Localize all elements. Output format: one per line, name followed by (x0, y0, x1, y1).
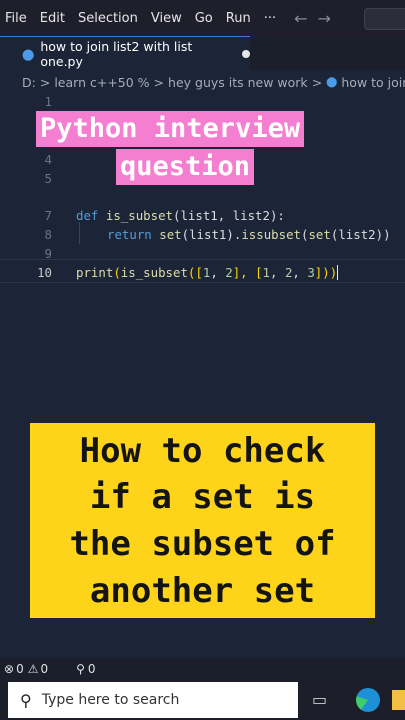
menu-go[interactable]: Go (190, 11, 221, 26)
line-number: 7 (44, 208, 52, 223)
code-text: , (210, 265, 226, 280)
code-text: , (270, 265, 285, 280)
breadcrumb-subfolder[interactable]: hey guys its new work (168, 75, 308, 90)
caption-line: How to check (79, 431, 326, 471)
number: 3 (307, 265, 315, 280)
menu-view[interactable]: View (146, 11, 190, 26)
menu-run[interactable]: Run (221, 11, 259, 26)
line-number: 4 (44, 152, 52, 167)
menu-file[interactable]: File (0, 11, 35, 26)
code-line-7: def is_subset(list1, list2): (76, 208, 285, 223)
code-line-10: print(is_subset([1, 2], [1, 2, 3])) (76, 265, 339, 280)
breadcrumb-folder[interactable]: learn c++50 % (54, 75, 149, 90)
caption-line: another set (89, 571, 316, 611)
method: issubset (241, 227, 301, 242)
ports-icon[interactable]: ⚲ (76, 662, 85, 676)
code-text: (list1). (181, 227, 242, 242)
windows-taskbar: ⚲ Type here to search ▭ (0, 680, 405, 720)
builtin: set (159, 227, 182, 242)
warning-count: 0 (40, 662, 49, 676)
params: (list1, list2): (173, 208, 285, 223)
menu-edit[interactable]: Edit (35, 11, 73, 26)
overlay-title-line2: question (116, 149, 255, 185)
code-line-8: return set(list1).issubset(set(list2)) (107, 227, 391, 242)
breadcrumb: D: > learn c++50 % > hey guys its new wo… (0, 70, 405, 94)
function-name: is_subset (105, 208, 173, 223)
menu-bar: File Edit Selection View Go Run ··· ← → (0, 0, 405, 36)
breadcrumb-file[interactable]: how to join list2 (341, 75, 405, 90)
edge-browser-icon[interactable] (356, 688, 380, 712)
file-explorer-icon[interactable] (392, 690, 405, 710)
builtin: print (76, 265, 114, 280)
line-number: 9 (44, 246, 52, 261)
python-icon: ⬤ (326, 76, 338, 88)
text-cursor (337, 265, 339, 280)
forward-arrow-icon[interactable]: → (318, 9, 331, 28)
error-icon[interactable]: ⊗ (4, 662, 14, 676)
bracket: ([ (187, 265, 203, 280)
line-number: 5 (44, 171, 52, 186)
caption-line: the subset of (69, 524, 336, 564)
number: 2 (225, 265, 233, 280)
taskbar-search[interactable]: ⚲ Type here to search (8, 682, 298, 718)
number: 1 (262, 265, 271, 280)
warning-icon[interactable]: ⚠ (28, 662, 39, 676)
overlay-title-line1: Python interview (36, 111, 305, 147)
status-bar: ⊗ 0 ⚠ 0 ⚲ 0 (0, 658, 405, 680)
keyword: return (107, 227, 152, 242)
indent-guide (79, 222, 80, 244)
bracket: ], [ (232, 265, 263, 280)
line-number-active: 10 (37, 265, 52, 280)
menu-more[interactable]: ··· (259, 11, 284, 26)
line-number: 8 (44, 227, 52, 242)
search-placeholder: Type here to search (41, 692, 180, 708)
function-call: is_subset (120, 265, 188, 280)
code-text: (list2)) (330, 227, 391, 242)
builtin: set (308, 227, 331, 242)
error-count: 0 (16, 662, 24, 676)
breadcrumb-drive[interactable]: D: (22, 75, 36, 90)
breadcrumb-sep: > (311, 74, 323, 90)
search-icon: ⚲ (20, 690, 32, 710)
line-number: 1 (44, 94, 52, 109)
command-center[interactable] (364, 8, 405, 30)
bracket: ]) (314, 265, 330, 280)
menu-selection[interactable]: Selection (73, 11, 146, 26)
unsaved-dot-icon[interactable] (242, 50, 250, 58)
code-text: , (292, 265, 308, 280)
ports-count: 0 (87, 662, 96, 676)
overlay-caption-box: How to check if a set is the subset of a… (30, 423, 375, 618)
bracket: ( (113, 265, 121, 280)
keyword: def (76, 208, 99, 223)
caption-line: if a set is (89, 477, 316, 517)
breadcrumb-sep: > (153, 74, 165, 90)
tab-bar: ⬤ how to join list2 with list one.py (0, 36, 405, 71)
task-view-icon[interactable]: ▭ (312, 690, 327, 709)
tab-label: how to join list2 with list one.py (40, 39, 193, 69)
breadcrumb-sep: > (39, 74, 51, 90)
editor-tab[interactable]: ⬤ how to join list2 with list one.py (0, 36, 250, 71)
python-icon: ⬤ (22, 47, 35, 61)
back-arrow-icon[interactable]: ← (294, 9, 307, 28)
